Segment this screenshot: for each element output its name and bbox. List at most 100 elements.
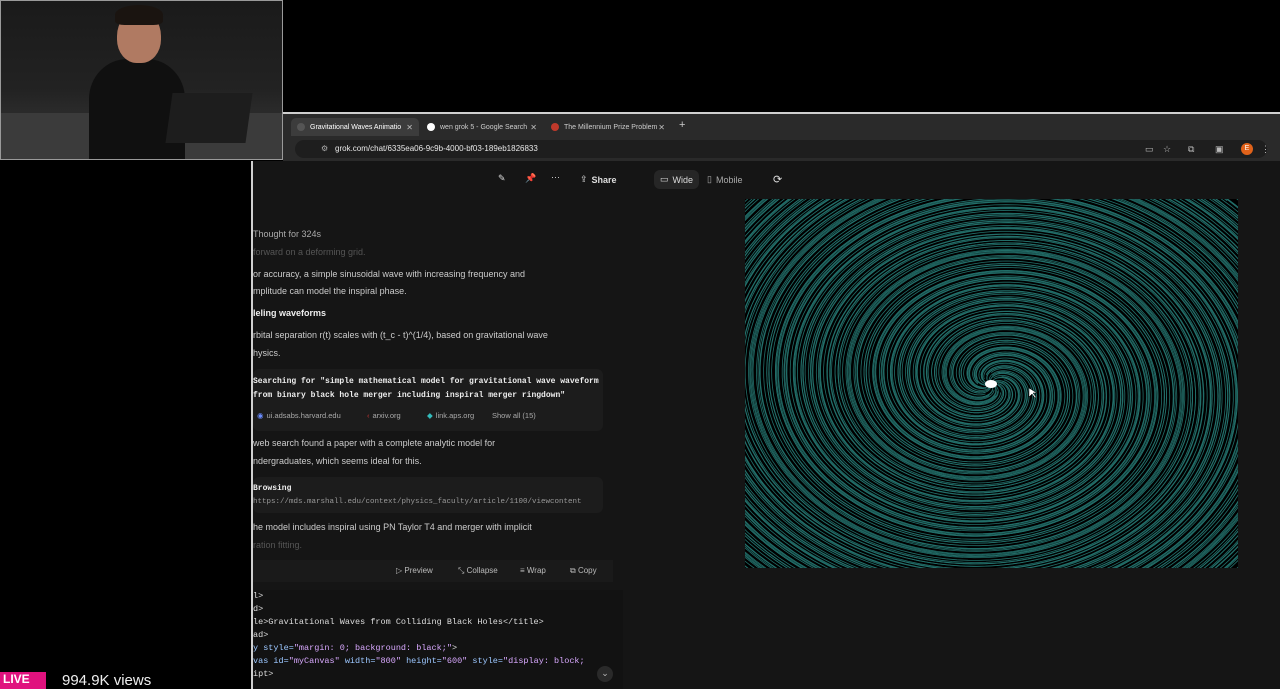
search-step-card: Searching for "simple mathematical model… xyxy=(253,369,603,431)
browsing-url[interactable]: https://mds.marshall.edu/context/physics… xyxy=(253,496,582,509)
code-token: vas id= xyxy=(253,656,289,666)
code-line: vas id="myCanvas" width="800" height="60… xyxy=(253,655,623,668)
copy-button[interactable]: ⧉ Copy xyxy=(570,566,597,576)
google-favicon-icon xyxy=(427,123,435,131)
collapse-button[interactable]: ⤡ Collapse xyxy=(458,566,498,576)
code-line: ipt> xyxy=(253,669,274,679)
wrap-button[interactable]: ≡ Wrap xyxy=(520,566,546,575)
browser-chrome: Gravitational Waves Animatio ✕ wen grok … xyxy=(283,112,1280,164)
wide-label: Wide xyxy=(672,174,694,185)
search-query-line: from binary black hole merger including … xyxy=(253,391,566,400)
wide-view-button[interactable]: ▭ Wide xyxy=(654,170,700,189)
code-line: y style="margin: 0; background: black;"> xyxy=(253,642,623,655)
code-line: le>Gravitational Waves from Colliding Bl… xyxy=(253,617,544,627)
webcam-person-hair xyxy=(115,5,163,25)
share-icon: ⇪ xyxy=(580,174,588,184)
source-chip[interactable]: ‹ arxiv.org xyxy=(367,411,401,420)
close-tab-icon[interactable]: ✕ xyxy=(406,123,413,132)
collapse-label: Collapse xyxy=(466,566,498,575)
code-token: "600" xyxy=(441,656,468,666)
browsing-label: Browsing xyxy=(253,484,292,493)
source-chip[interactable]: ◆ link.aps.org xyxy=(427,411,474,420)
code-line: d> xyxy=(253,604,264,614)
live-badge: LIVE xyxy=(0,672,46,689)
code-token: "display: block; xyxy=(503,656,585,666)
preview-label: Preview xyxy=(404,566,433,575)
faded-text: ration fitting. xyxy=(253,540,303,550)
code-token: > xyxy=(451,643,458,653)
stream-left-area xyxy=(0,161,251,689)
mobile-view-button[interactable]: ▯ Mobile xyxy=(707,174,742,185)
tab-gravitational-waves[interactable]: Gravitational Waves Animatio ✕ xyxy=(291,118,419,136)
cast-icon[interactable]: ▭ xyxy=(1145,144,1154,155)
code-line: ad> xyxy=(253,630,269,640)
tab-millennium-prize[interactable]: The Millennium Prize Problem ✕ xyxy=(545,118,671,136)
close-tab-icon[interactable]: ✕ xyxy=(530,123,537,132)
source-label: link.aps.org xyxy=(435,411,475,420)
source-favicon-icon: ◉ xyxy=(257,411,264,420)
scroll-down-icon[interactable]: ⌄ xyxy=(597,666,613,682)
thought-duration[interactable]: Thought for 324s xyxy=(253,228,321,241)
bookmark-star-icon[interactable]: ☆ xyxy=(1163,144,1171,155)
paragraph-line: mplitude can model the inspiral phase. xyxy=(253,286,407,296)
paragraph-line: hysics. xyxy=(253,348,281,358)
source-favicon-icon: ‹ xyxy=(367,411,370,420)
code-token: "margin: 0; background: black;" xyxy=(293,643,452,653)
chat-thinking-panel: Thought for 324s forward on a deforming … xyxy=(253,225,613,560)
code-token: y style= xyxy=(253,643,294,653)
preview-canvas[interactable] xyxy=(745,199,1238,568)
edit-icon[interactable]: ✎ xyxy=(498,173,506,184)
code-token: height= xyxy=(400,656,442,666)
address-bar[interactable]: ⚙ grok.com/chat/6335ea06-9c9b-4000-bf03-… xyxy=(295,140,1270,158)
tab-favicon xyxy=(551,123,559,131)
paragraph-line: ndergraduates, which seems ideal for thi… xyxy=(253,456,422,466)
wrap-label: Wrap xyxy=(526,566,546,575)
preview-button[interactable]: ▷ Preview xyxy=(396,566,433,575)
menu-kebab-icon[interactable]: ⋮ xyxy=(1261,144,1270,155)
new-tab-button[interactable]: + xyxy=(679,119,685,131)
source-label: arxiv.org xyxy=(372,411,401,420)
source-chip[interactable]: ◉ ui.adsabs.harvard.edu xyxy=(257,411,341,420)
gravitational-wave-spiral xyxy=(745,199,1238,568)
code-token: "800" xyxy=(375,656,401,666)
more-options-icon[interactable]: ··· xyxy=(551,172,560,182)
tab-label: The Millennium Prize Problem xyxy=(564,123,658,131)
view-count: 994.9K views xyxy=(62,672,152,689)
code-token: style= xyxy=(467,656,504,666)
code-line: l> xyxy=(253,591,264,601)
section-heading: leling waveforms xyxy=(253,308,327,318)
show-all-sources-link[interactable]: Show all (15) xyxy=(492,411,536,420)
stream-status-bar: LIVE 994.9K views xyxy=(0,672,250,689)
webcam-laptop xyxy=(165,93,253,143)
site-settings-icon[interactable]: ⚙ xyxy=(321,144,328,153)
code-block[interactable]: l> d> le>Gravitational Waves from Collid… xyxy=(253,590,623,689)
copy-label: Copy xyxy=(577,566,597,575)
extensions-icon[interactable]: ⧉ xyxy=(1188,144,1194,155)
share-button[interactable]: ⇪ Share xyxy=(580,174,617,185)
tab-label: wen grok 5 - Google Search xyxy=(440,123,528,131)
close-tab-icon[interactable]: ✕ xyxy=(658,123,665,132)
webcam-overlay xyxy=(0,0,283,160)
browsing-step-card: Browsing https://mds.marshall.edu/contex… xyxy=(253,477,603,513)
profile-avatar[interactable]: E xyxy=(1241,143,1253,155)
tab-label: Gravitational Waves Animatio xyxy=(310,123,402,131)
tab-google-search[interactable]: wen grok 5 - Google Search ✕ xyxy=(421,118,543,136)
refresh-preview-icon[interactable]: ⟳ xyxy=(773,173,782,186)
search-query-line: Searching for "simple mathematical model… xyxy=(253,377,599,386)
code-token: "myCanvas" xyxy=(288,656,340,666)
mobile-label: Mobile xyxy=(715,174,743,185)
url-text: grok.com/chat/6335ea06-9c9b-4000-bf03-18… xyxy=(335,144,538,153)
paragraph-line: he model includes inspiral using PN Tayl… xyxy=(253,522,532,532)
pin-icon[interactable]: 📌 xyxy=(525,173,536,184)
source-label: ui.adsabs.harvard.edu xyxy=(266,411,341,420)
faded-text: forward on a deforming grid. xyxy=(253,247,366,257)
paragraph-line: or accuracy, a simple sinusoidal wave wi… xyxy=(253,269,525,279)
sidebar-icon[interactable]: ▣ xyxy=(1215,144,1224,155)
paragraph-line: web search found a paper with a complete… xyxy=(253,438,496,448)
code-block-toolbar: ▷ Preview ⤡ Collapse ≡ Wrap ⧉ Copy xyxy=(253,560,613,582)
monitor-icon: ▭ xyxy=(660,174,669,184)
source-favicon-icon: ◆ xyxy=(427,411,433,420)
phone-icon: ▯ xyxy=(707,174,712,184)
tab-favicon xyxy=(297,123,305,131)
code-token: width= xyxy=(339,656,376,666)
